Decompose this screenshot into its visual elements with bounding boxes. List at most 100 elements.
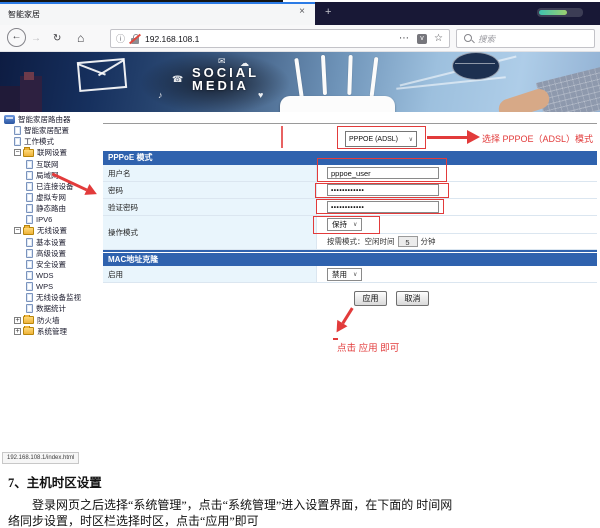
globe-icon	[452, 52, 500, 80]
phone-icon: ☎	[172, 74, 183, 85]
page-icon	[26, 260, 33, 269]
idle-time-input[interactable]: 5	[398, 236, 418, 247]
annotation-box-keepalive	[313, 216, 380, 234]
annotation-stray-line	[281, 126, 283, 148]
tree-item-home-config[interactable]: 智能家居配置	[2, 125, 102, 136]
page-icon	[26, 182, 33, 191]
folder-icon	[23, 316, 34, 324]
page-icon	[26, 238, 33, 247]
active-tab-stripe	[0, 2, 315, 4]
tree-item-wps[interactable]: WPS	[2, 281, 102, 292]
username-label: 用户名	[103, 165, 317, 181]
tree-item-advanced-settings[interactable]: 高级设置	[2, 248, 102, 259]
tree-item-work-mode[interactable]: 工作模式	[2, 136, 102, 147]
router-antenna	[370, 57, 379, 97]
tree-item-wireless-settings[interactable]: −无线设置	[2, 225, 102, 236]
envelope-icon	[77, 58, 127, 92]
active-tab[interactable]: 智能家居 ×	[0, 2, 315, 25]
router-antenna	[347, 55, 352, 95]
city-silhouette	[24, 72, 34, 80]
tree-item-ipv6[interactable]: IPV6	[2, 214, 102, 225]
bookmark-star-icon[interactable]: ☆	[434, 33, 443, 44]
url-text[interactable]: 192.168.108.1	[145, 34, 199, 44]
document-text: 7、主机时区设置 登录网页之后选择“系统管理”，点击“系统管理”进入设置界面，在…	[8, 472, 594, 528]
page-actions-icon[interactable]: ⋯	[399, 33, 410, 44]
cancel-button[interactable]: 取消	[396, 291, 429, 306]
document-heading: 7、主机时区设置	[8, 472, 594, 491]
page-icon	[14, 126, 21, 135]
annotation-box-username	[317, 158, 447, 182]
annotation-box-password	[315, 183, 449, 198]
page-icon	[26, 282, 33, 291]
document-paragraph-line2: 络同步设置，时区栏选择时区，点击“应用”即可	[8, 513, 594, 528]
tab-close-icon[interactable]: ×	[299, 6, 305, 17]
annotation-box-verify	[316, 199, 444, 214]
page-icon	[26, 249, 33, 258]
router-antenna	[321, 55, 327, 95]
page-icon	[26, 304, 33, 313]
tree-item-system-management[interactable]: +系统管理	[2, 326, 102, 337]
tree-item-wds[interactable]: WDS	[2, 270, 102, 281]
tree-item-security-settings[interactable]: 安全设置	[2, 259, 102, 270]
chevron-down-icon: ∨	[353, 271, 357, 278]
page-icon	[26, 271, 33, 280]
screenshot-canvas: 智能家居 × + ← → ↻ ⌂ ⓘ 192.168.108.1 ⋯ v ☆ 搜…	[0, 0, 600, 528]
page-icon	[26, 171, 33, 180]
city-silhouette	[20, 76, 42, 112]
tree-root-router[interactable]: 智能家居路由器	[2, 114, 102, 125]
folder-icon	[23, 327, 34, 335]
browser-toolbar: ← → ↻ ⌂ ⓘ 192.168.108.1 ⋯ v ☆ 搜索	[0, 25, 600, 52]
annotation-select-mode-text: 选择 PPPOE（ADSL）模式	[482, 132, 593, 145]
ondemand-prefix: 按需模式：空闲时间	[327, 236, 395, 247]
tab-bar-indicator	[537, 8, 583, 17]
router-icon	[4, 115, 15, 124]
mac-clone-select[interactable]: 禁用 ∨	[327, 268, 362, 281]
apply-button[interactable]: 应用	[354, 291, 387, 306]
content-top-divider	[103, 123, 597, 124]
status-link-tooltip: 192.168.108.1/index.html	[2, 452, 79, 464]
tree-item-network-settings[interactable]: −联网设置	[2, 147, 102, 158]
tree-item-static-route[interactable]: 静态路由	[2, 203, 102, 214]
forward-button[interactable]: →	[31, 29, 41, 48]
router-page-banner: ✉ ☎ ♥ ♪ ☁ SOCIAL MEDIA	[0, 52, 600, 112]
annotation-click-apply-text: 点击 应用 即可	[337, 340, 399, 354]
router-antenna	[294, 58, 304, 98]
tree-item-wireless-monitor[interactable]: 无线设备监视	[2, 292, 102, 303]
verify-password-label: 验证密码	[103, 199, 317, 215]
pocket-icon[interactable]: v	[417, 34, 427, 44]
operation-mode-label: 操作模式	[103, 216, 317, 249]
search-icon	[463, 33, 474, 44]
page-icon	[26, 215, 33, 224]
tree-item-firewall[interactable]: +防火墙	[2, 315, 102, 326]
annotation-arrow-head	[467, 130, 483, 144]
nav-tree: 智能家居路由器 智能家居配置 工作模式 −联网设置 互联网 局域网 已连接设备 …	[2, 114, 102, 337]
reload-button[interactable]: ↻	[53, 29, 61, 48]
search-placeholder: 搜索	[478, 33, 495, 45]
ondemand-suffix: 分钟	[421, 236, 436, 247]
annotation-arrow-line	[427, 136, 467, 139]
address-bar[interactable]: ⓘ 192.168.108.1 ⋯ v ☆	[110, 29, 450, 48]
collapse-icon[interactable]: −	[14, 149, 21, 156]
search-bar[interactable]: 搜索	[456, 29, 595, 48]
expand-icon[interactable]: +	[14, 317, 21, 324]
page-icon	[26, 160, 33, 169]
mac-clone-header: MAC地址克隆	[103, 253, 597, 266]
site-info-icon[interactable]: ⓘ	[116, 32, 125, 45]
mac-enable-row: 启用 禁用 ∨	[103, 266, 597, 283]
back-button[interactable]: ←	[7, 28, 26, 47]
expand-icon[interactable]: +	[14, 328, 21, 335]
page-icon	[26, 193, 33, 202]
tree-item-statistics[interactable]: 数据统计	[2, 303, 102, 314]
collapse-icon[interactable]: −	[14, 227, 21, 234]
folder-icon	[23, 227, 34, 235]
insecure-lock-icon	[130, 33, 141, 45]
section-bottom-line	[103, 250, 597, 252]
home-button[interactable]: ⌂	[77, 29, 84, 47]
page-icon	[14, 137, 21, 146]
new-tab-button[interactable]: +	[325, 6, 331, 18]
tree-item-internet[interactable]: 互联网	[2, 159, 102, 170]
social-media-text: SOCIAL MEDIA	[192, 66, 259, 92]
page-icon	[26, 293, 33, 302]
tree-item-basic-settings[interactable]: 基本设置	[2, 237, 102, 248]
router-image	[280, 96, 395, 112]
